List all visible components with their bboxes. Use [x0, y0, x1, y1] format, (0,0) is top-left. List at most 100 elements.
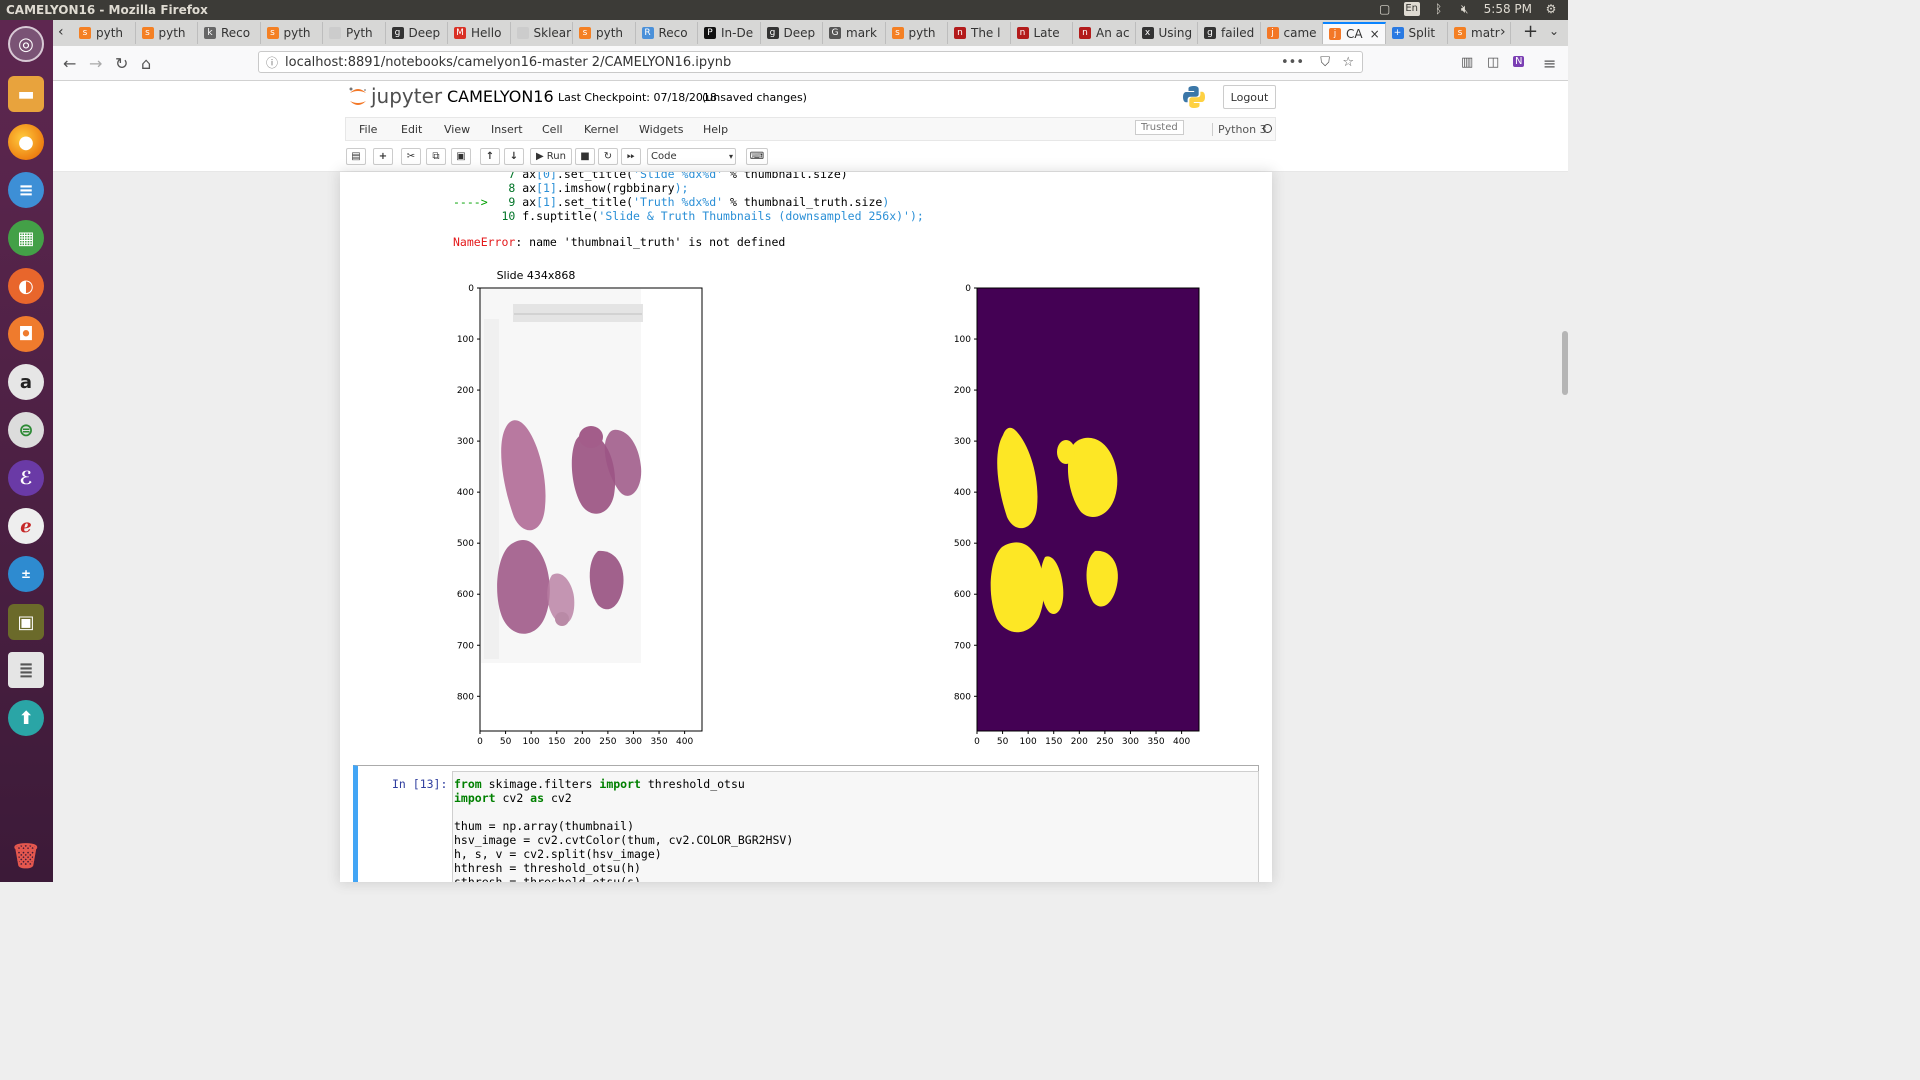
tab-favicon-icon: R: [641, 27, 654, 39]
code-line: from skimage.filters import threshold_ot…: [454, 777, 745, 791]
paste-icon[interactable]: ▣: [451, 148, 471, 165]
command-palette-icon[interactable]: ⌨: [746, 148, 768, 165]
dropbox-icon[interactable]: ▢: [1378, 2, 1392, 16]
menu-help[interactable]: Help: [703, 123, 728, 136]
browser-tab[interactable]: n The l: [948, 22, 1011, 44]
tab-scroll-left-icon[interactable]: ‹: [58, 24, 64, 40]
menu-view[interactable]: View: [444, 123, 470, 136]
notebook-name[interactable]: CAMELYON16: [447, 87, 554, 106]
move-down-icon[interactable]: ↓: [504, 148, 524, 165]
settings-gear-icon[interactable]: ⚙: [1544, 2, 1558, 16]
x-tick-label: 150: [1045, 737, 1062, 747]
emacs-icon[interactable]: ℰ: [8, 460, 44, 496]
keyboard-language-indicator[interactable]: En: [1403, 2, 1420, 16]
browser-tab[interactable]: s pyth: [73, 22, 136, 44]
files-icon[interactable]: ▬: [8, 76, 44, 112]
move-up-icon[interactable]: ↑: [480, 148, 500, 165]
code-cell-13[interactable]: In [13]: from skimage.filters import thr…: [353, 765, 1259, 882]
browser-tab[interactable]: g Deep: [386, 22, 448, 44]
bluetooth-icon[interactable]: ᛒ: [1432, 2, 1446, 16]
site-info-icon[interactable]: ⓘ: [266, 52, 278, 74]
jupyter-logo-icon[interactable]: [348, 86, 368, 108]
menu-insert[interactable]: Insert: [491, 123, 523, 136]
volume-muted-icon[interactable]: 🔇︎: [1458, 2, 1472, 16]
copy-icon[interactable]: ⧉: [426, 148, 446, 165]
browser-tab[interactable]: M Hello: [448, 22, 511, 44]
update-manager-icon[interactable]: ⬆: [8, 700, 44, 736]
browser-tab[interactable]: j came: [1261, 22, 1323, 44]
remote-desktop-icon[interactable]: ▣: [8, 604, 44, 640]
calc-icon[interactable]: ▦: [8, 220, 44, 256]
ubuntu-dash-icon[interactable]: ◎: [8, 26, 44, 62]
run-button[interactable]: ▶︎ Run: [530, 148, 572, 165]
firefox-icon[interactable]: ●: [8, 124, 44, 160]
browser-tab[interactable]: + Split: [1386, 22, 1448, 44]
browser-tab[interactable]: s pyth: [573, 22, 636, 44]
reload-icon[interactable]: ↻: [115, 54, 128, 73]
browser-tab[interactable]: Sklearn: [511, 22, 573, 44]
code-token: thum = np.array(thumbnail): [454, 819, 635, 833]
trusted-indicator[interactable]: Trusted: [1135, 120, 1184, 135]
save-icon[interactable]: ▤: [346, 148, 366, 165]
software-center-icon[interactable]: ◘: [8, 316, 44, 352]
menu-widgets[interactable]: Widgets: [639, 123, 683, 136]
cut-icon[interactable]: ✂: [401, 148, 421, 165]
browser-tab[interactable]: Pyth: [323, 22, 386, 44]
amazon-icon[interactable]: a: [8, 364, 44, 400]
browser-tab[interactable]: n An ac: [1073, 22, 1136, 44]
sidebar-icon[interactable]: ◫: [1487, 55, 1499, 70]
menu-file[interactable]: File: [359, 123, 377, 136]
browser-tab[interactable]: j CA ×: [1323, 22, 1386, 44]
text-editor-icon[interactable]: ≣: [8, 652, 44, 688]
library-icon[interactable]: ▥: [1461, 55, 1473, 70]
tab-scroll-right-icon[interactable]: ›: [1500, 24, 1506, 40]
calculator-icon[interactable]: ±: [8, 556, 44, 592]
pocket-icon[interactable]: ⛉: [1320, 52, 1330, 74]
restart-icon[interactable]: ↻: [598, 148, 618, 165]
browser-tab[interactable]: s pyth: [886, 22, 948, 44]
code-token: hsv_image = cv2.cvtColor(thum, cv2.COLOR…: [454, 833, 794, 847]
settings-toggle-icon[interactable]: ⊜: [8, 412, 44, 448]
tab-list-chevron-icon[interactable]: ⌄: [1549, 24, 1559, 38]
logout-button[interactable]: Logout: [1223, 85, 1276, 109]
trash-icon[interactable]: 🗑︎: [8, 838, 44, 874]
writer-icon[interactable]: ≡: [8, 172, 44, 208]
browser-tab[interactable]: x Using: [1136, 22, 1198, 44]
forward-icon[interactable]: →: [89, 54, 102, 73]
browser-tab[interactable]: n Late: [1011, 22, 1073, 44]
page-actions-icon[interactable]: •••: [1281, 52, 1304, 74]
browser-tab[interactable]: Gmark: [823, 22, 886, 44]
y-tick-label: 800: [457, 692, 474, 702]
onenote-extension-icon[interactable]: N: [1513, 56, 1525, 67]
menu-edit[interactable]: Edit: [401, 123, 422, 136]
restart-run-all-icon[interactable]: ⏩︎: [621, 148, 641, 165]
menu-cell[interactable]: Cell: [542, 123, 563, 136]
hamburger-menu-icon[interactable]: ≡: [1543, 54, 1556, 73]
page-scrollbar[interactable]: [1562, 331, 1568, 395]
cell-type-select[interactable]: Code ▾: [647, 148, 736, 165]
pdf-editor-icon[interactable]: ℯ: [8, 508, 44, 544]
new-tab-icon[interactable]: +: [1523, 21, 1538, 42]
browser-tab[interactable]: s pyth: [261, 22, 323, 44]
menu-kernel[interactable]: Kernel: [584, 123, 619, 136]
browser-tab[interactable]: k Reco: [198, 22, 261, 44]
tab-close-icon[interactable]: ×: [1370, 27, 1380, 41]
y-tick-label: 400: [457, 488, 474, 498]
browser-tab[interactable]: g Deep: [761, 22, 823, 44]
browser-tab[interactable]: R Reco: [636, 22, 698, 44]
home-icon[interactable]: ⌂: [141, 54, 151, 73]
y-tick-label: 300: [954, 437, 971, 447]
impress-icon[interactable]: ◐: [8, 268, 44, 304]
bookmark-star-icon[interactable]: ☆: [1342, 52, 1354, 74]
back-icon[interactable]: ←: [63, 54, 76, 73]
jupyter-logo-text[interactable]: jupyter: [371, 84, 442, 108]
interrupt-icon[interactable]: ■: [575, 148, 595, 165]
url-bar[interactable]: ⓘ localhost:8891/notebooks/camelyon16-ma…: [258, 51, 1363, 73]
browser-tab[interactable]: g failed: [1198, 22, 1261, 44]
clock[interactable]: 5:58 PM: [1484, 2, 1532, 16]
insert-cell-icon[interactable]: +: [373, 148, 393, 165]
browser-tab[interactable]: P In-De: [698, 22, 761, 44]
tab-label: Deep: [408, 26, 441, 40]
x-tick-label: 0: [974, 737, 980, 747]
browser-tab[interactable]: s pyth: [136, 22, 198, 44]
